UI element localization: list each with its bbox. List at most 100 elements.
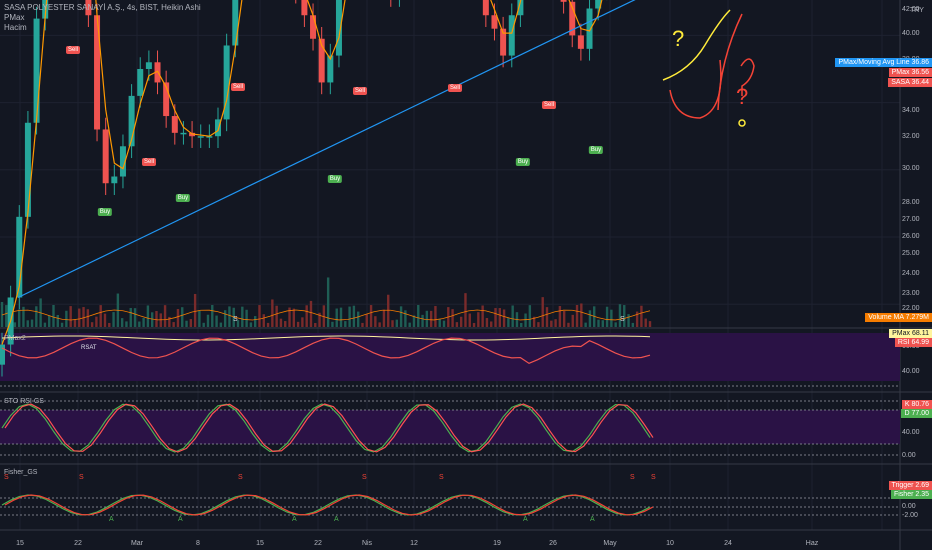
- volume-bar: [339, 307, 343, 327]
- volume-bar: [245, 309, 248, 327]
- pmax-ma-tag: PMax/Moving Avg Line 36.86: [835, 58, 932, 67]
- pane-pmax-tag: PMax 68.11: [889, 329, 932, 338]
- time-tick: Nis: [361, 540, 373, 547]
- volume-bar: [146, 305, 150, 327]
- volume-bar: [305, 305, 308, 327]
- volume-bar: [352, 305, 356, 327]
- buy-signal-marker: Buy: [97, 208, 113, 216]
- volume-bar: [554, 319, 557, 327]
- pmax-pane-tick: 40.00: [902, 368, 920, 375]
- time-tick: 10: [666, 540, 674, 547]
- volume-bar: [610, 309, 613, 327]
- volume-bar: [644, 318, 647, 327]
- candle-body: [111, 176, 118, 184]
- volume-bar: [648, 321, 652, 327]
- volume-bar: [176, 309, 180, 327]
- pane-pmax-label[interactable]: PMax2: [4, 334, 26, 343]
- sasa-price-tag: SASA 36.44: [888, 78, 932, 87]
- volume-bar: [13, 322, 17, 327]
- indicator-pmax-label[interactable]: PMax: [4, 13, 24, 23]
- sell-signal-marker: Sell: [447, 84, 463, 92]
- volume-bar: [228, 306, 231, 327]
- volume-bar: [120, 318, 124, 327]
- volume-bar: [193, 293, 197, 327]
- volume-ma-tag: Volume MA 7.279M: [865, 313, 932, 322]
- volume-bar: [562, 310, 566, 327]
- fisher-pane-tick: 0.00: [902, 503, 916, 510]
- stoch-pane-tick: 0.00: [902, 452, 916, 459]
- volume-bar: [464, 293, 467, 327]
- sell-signal-marker: Sell: [352, 87, 368, 95]
- time-tick: 12: [410, 540, 418, 547]
- volume-bar: [279, 318, 283, 327]
- fisher-sell-marker: S: [4, 474, 9, 481]
- volume-bar: [253, 316, 257, 327]
- fisher-buy-marker: A: [292, 516, 297, 523]
- volume-bar: [348, 306, 351, 327]
- volume-bar: [588, 310, 592, 327]
- volume-bar: [485, 318, 489, 327]
- volume-bar: [95, 316, 98, 327]
- price-tick: 30.00: [902, 165, 920, 172]
- time-tick: 15: [16, 540, 24, 547]
- volume-bar: [382, 309, 386, 327]
- price-tick: 34.00: [902, 107, 920, 114]
- volume-bar: [455, 322, 459, 327]
- volume-bar: [378, 322, 381, 327]
- candle-body: [0, 344, 5, 365]
- volume-bar: [82, 307, 85, 327]
- volume-bar: [601, 320, 604, 327]
- indicator-volume-label[interactable]: Hacim: [4, 23, 27, 33]
- volume-bar: [575, 305, 579, 327]
- candle-body: [102, 129, 109, 184]
- volume-bar: [550, 320, 553, 327]
- sell-signal-marker: Sell: [230, 83, 246, 91]
- volume-bar: [537, 322, 540, 327]
- price-tick: 28.00: [902, 199, 920, 206]
- pmax-tag: PMax 36.56: [888, 68, 932, 77]
- volume-bar: [326, 277, 330, 327]
- candle-body: [586, 8, 593, 49]
- pane-fisher-label[interactable]: Fisher_GS: [4, 468, 37, 477]
- time-tick: 19: [493, 540, 501, 547]
- volume-bar: [112, 312, 115, 327]
- time-tick: Haz: [805, 540, 819, 547]
- volume-bar: [292, 308, 296, 327]
- chart-stage: ?? SASA POLYESTER SANAYİ A.Ş., 4s, BIST,…: [0, 0, 932, 550]
- volume-bar: [528, 305, 532, 327]
- price-tick: 40.00: [902, 30, 920, 37]
- volume-bar: [163, 305, 167, 327]
- price-tick: 25.00: [902, 250, 920, 257]
- buy-signal-marker: Buy: [515, 158, 531, 166]
- volume-bar: [150, 312, 154, 327]
- volume-bar: [481, 305, 484, 327]
- sell-signal-marker: Sell: [541, 101, 557, 109]
- volume-bar: [494, 308, 497, 327]
- volume-bar: [507, 318, 510, 327]
- candle-body: [145, 62, 152, 69]
- volume-bar: [99, 305, 102, 327]
- volume-bar: [490, 321, 493, 327]
- volume-bar: [30, 319, 34, 327]
- volume-bar: [477, 312, 480, 327]
- volume-bar: [56, 314, 59, 327]
- fisher-buy-marker: A: [523, 516, 528, 523]
- candle-body: [482, 0, 489, 16]
- volume-bar: [35, 306, 38, 327]
- fisher-sell-marker: S: [439, 474, 444, 481]
- chart-canvas[interactable]: ??: [0, 0, 932, 550]
- candle-body: [197, 136, 204, 138]
- red-drawing-path: [669, 59, 722, 119]
- volume-bar: [86, 309, 90, 327]
- time-tick: May: [603, 540, 617, 547]
- volume-bar: [408, 322, 411, 327]
- volume-bar: [223, 310, 227, 327]
- fisher-sell-marker: S: [630, 474, 635, 481]
- volume-bar: [558, 306, 562, 327]
- volume-bar: [211, 305, 214, 327]
- pane-stoch-label[interactable]: STO RSI GS: [4, 397, 44, 406]
- volume-bar: [284, 321, 287, 327]
- fisher-buy-marker: A: [334, 516, 339, 523]
- volume-bar: [181, 307, 184, 327]
- volume-bar: [374, 316, 377, 327]
